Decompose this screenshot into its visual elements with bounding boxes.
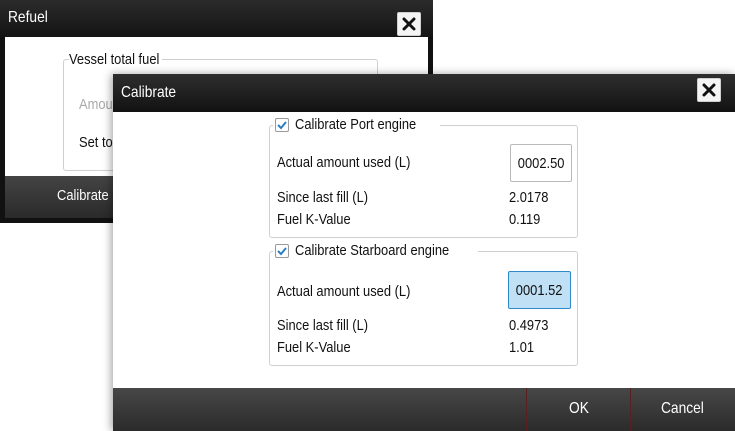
starboard-actual-value: 0001.52 [516,281,563,299]
close-icon [702,83,716,97]
checkmark-icon [277,246,287,255]
starboard-engine-checkbox-label: Calibrate Starboard engine [295,242,450,259]
refuel-titlebar: Refuel [0,0,433,37]
close-icon [402,17,416,31]
calibrate-title: Calibrate [121,84,177,101]
starboard-actual-input[interactable]: 0001.52 [508,271,571,309]
vessel-fuel-group-title: Vessel total fuel [69,51,162,68]
cancel-button[interactable]: Cancel [661,400,704,418]
amount-label: Amou [79,96,113,113]
refuel-calibrate-button[interactable]: Calibrate [57,187,109,204]
starboard-engine-checkbox[interactable] [275,243,289,258]
calibrate-dialog: Calibrate Calibrate Port engine Actual a… [113,74,735,431]
starboard-since-label: Since last fill (L) [277,317,369,334]
port-k-value: 0.119 [509,211,541,228]
port-actual-label: Actual amount used (L) [277,154,411,171]
starboard-engine-toggle[interactable]: Calibrate Starboard engine [273,242,479,259]
port-actual-value: 0002.50 [517,154,565,172]
port-engine-checkbox-label: Calibrate Port engine [295,116,417,133]
port-engine-toggle[interactable]: Calibrate Port engine [273,116,440,133]
port-k-label: Fuel K-Value [277,211,351,228]
ok-button[interactable]: OK [569,400,589,418]
checkmark-icon [277,120,287,129]
port-actual-input[interactable]: 0002.50 [510,144,572,182]
refuel-title: Refuel [8,9,48,26]
refuel-close-button[interactable] [397,12,421,36]
starboard-k-label: Fuel K-Value [277,339,351,356]
footer-divider [526,388,527,431]
starboard-since-value: 0.4973 [509,317,549,334]
starboard-k-value: 1.01 [509,339,535,356]
calibrate-footer: OK Cancel [113,388,735,431]
set-to-label: Set to [79,134,113,151]
port-engine-checkbox[interactable] [275,117,289,132]
calibrate-titlebar: Calibrate [113,74,735,112]
calibrate-close-button[interactable] [697,78,721,102]
footer-divider [630,388,631,431]
port-since-label: Since last fill (L) [277,189,369,206]
starboard-actual-label: Actual amount used (L) [277,283,411,300]
port-since-value: 2.0178 [509,189,549,206]
